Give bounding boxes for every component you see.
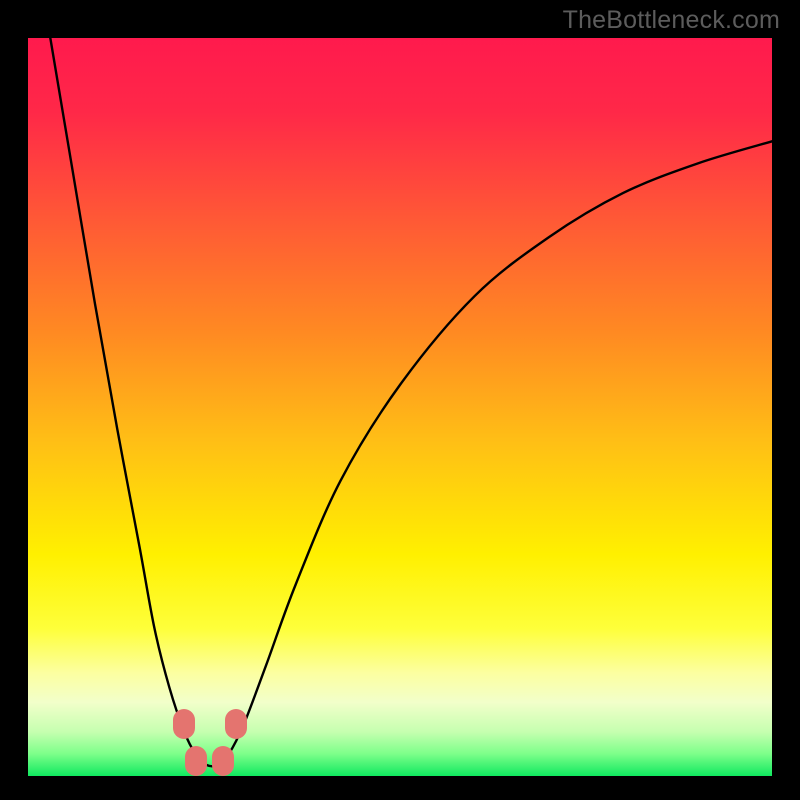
plot-area: [28, 38, 772, 776]
background-gradient: [28, 38, 772, 776]
curve-marker: [173, 709, 195, 739]
curve-marker: [185, 746, 207, 776]
curve-marker: [212, 746, 234, 776]
watermark-text: TheBottleneck.com: [563, 6, 780, 35]
curve-marker: [225, 709, 247, 739]
chart-frame: [28, 38, 772, 776]
